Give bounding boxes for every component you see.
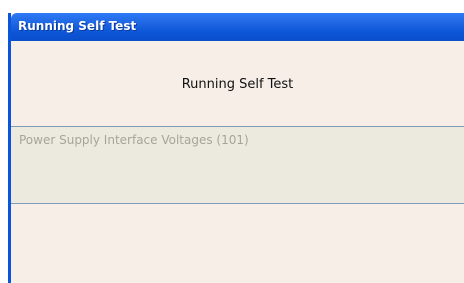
current-test-label: Power Supply Interface Voltages (101): [19, 133, 249, 147]
dialog-content: Running Self Test Power Supply Interface…: [11, 41, 464, 283]
window-title: Running Self Test: [18, 19, 137, 33]
title-bar[interactable]: Running Self Test: [11, 13, 464, 41]
test-status-panel: Power Supply Interface Voltages (101): [11, 126, 464, 204]
status-heading: Running Self Test: [181, 77, 294, 92]
self-test-dialog: Running Self Test Running Self Test Powe…: [8, 13, 464, 283]
